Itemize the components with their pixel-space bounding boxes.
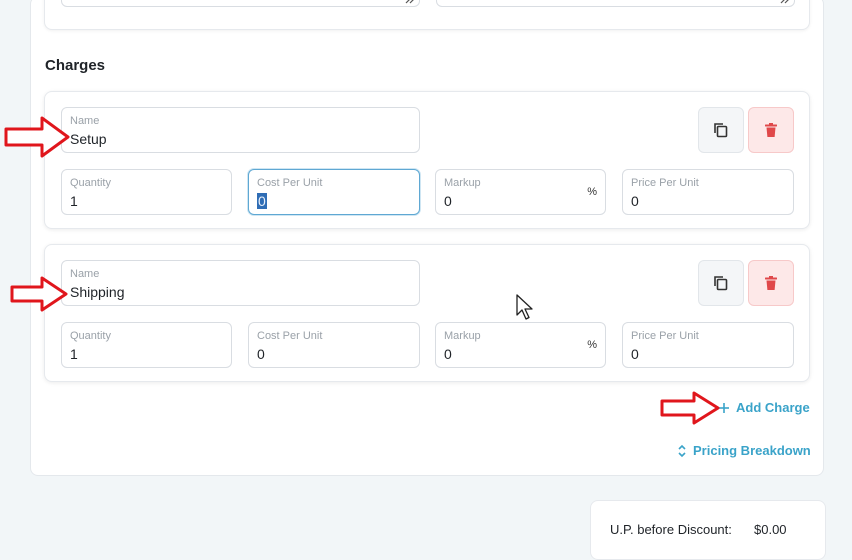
trash-icon (765, 276, 777, 290)
field-label: Cost Per Unit (257, 330, 323, 342)
field-value: Shipping (70, 284, 125, 300)
price-per-unit-field[interactable]: Price Per Unit 0 (622, 169, 794, 215)
field-label: Name (70, 115, 100, 127)
field-value: 0 (631, 346, 639, 362)
copy-icon (714, 123, 728, 138)
chevron-up-down-icon (678, 444, 686, 457)
delete-charge-button[interactable] (748, 260, 794, 306)
field-value: 0 (257, 346, 265, 362)
notes-textarea-left[interactable] (61, 0, 420, 7)
markup-field[interactable]: Markup 0 % (435, 322, 606, 368)
annotation-arrow-icon (10, 276, 68, 312)
charge-card-setup: Name Setup Quantity 1 Cost Per Unit 0 Ma… (44, 91, 810, 229)
field-label: Name (70, 268, 100, 280)
field-value: 1 (70, 346, 78, 362)
field-label: Price Per Unit (631, 177, 699, 189)
field-label: Cost Per Unit (257, 177, 323, 189)
field-value: 0 (257, 193, 267, 209)
cost-per-unit-field[interactable]: Cost Per Unit 0 (248, 169, 420, 215)
mouse-cursor-icon (516, 294, 533, 320)
add-charge-label: Add Charge (736, 400, 810, 415)
charge-name-field[interactable]: Name Setup (61, 107, 420, 153)
field-label: Quantity (70, 177, 111, 189)
delete-charge-button[interactable] (748, 107, 794, 153)
charge-name-field[interactable]: Name Shipping (61, 260, 420, 306)
charge-card-shipping: Name Shipping Quantity 1 Cost Per Unit 0… (44, 244, 810, 382)
resize-grip-icon[interactable] (405, 0, 415, 4)
field-label: Markup (444, 330, 481, 342)
pricing-summary-card: U.P. before Discount: $0.00 (590, 500, 826, 560)
up-before-discount-value: $0.00 (754, 522, 787, 537)
duplicate-charge-button[interactable] (698, 260, 744, 306)
previous-section-card (44, 0, 810, 30)
pricing-breakdown-toggle[interactable]: Pricing Breakdown (677, 443, 811, 458)
section-title: Charges (45, 57, 106, 74)
field-value: 0 (444, 346, 452, 362)
markup-field[interactable]: Markup 0 % (435, 169, 606, 215)
notes-textarea-right[interactable] (436, 0, 795, 7)
field-value: 0 (631, 193, 639, 209)
annotation-arrow-icon (660, 391, 720, 425)
field-label: Markup (444, 177, 481, 189)
quantity-field[interactable]: Quantity 1 (61, 169, 232, 215)
quantity-field[interactable]: Quantity 1 (61, 322, 232, 368)
duplicate-charge-button[interactable] (698, 107, 744, 153)
price-per-unit-field[interactable]: Price Per Unit 0 (622, 322, 794, 368)
cost-per-unit-field[interactable]: Cost Per Unit 0 (248, 322, 420, 368)
field-label: Quantity (70, 330, 111, 342)
add-charge-link[interactable]: Add Charge (718, 400, 810, 415)
percent-suffix: % (587, 186, 597, 198)
copy-icon (714, 276, 728, 291)
annotation-arrow-icon (4, 116, 70, 158)
field-value: 1 (70, 193, 78, 209)
pricing-breakdown-label: Pricing Breakdown (693, 443, 811, 458)
field-label: Price Per Unit (631, 330, 699, 342)
field-value: 0 (444, 193, 452, 209)
resize-grip-icon[interactable] (780, 0, 790, 4)
trash-icon (765, 123, 777, 137)
field-value: Setup (70, 131, 107, 147)
up-before-discount-label: U.P. before Discount: (610, 522, 732, 537)
percent-suffix: % (587, 339, 597, 351)
